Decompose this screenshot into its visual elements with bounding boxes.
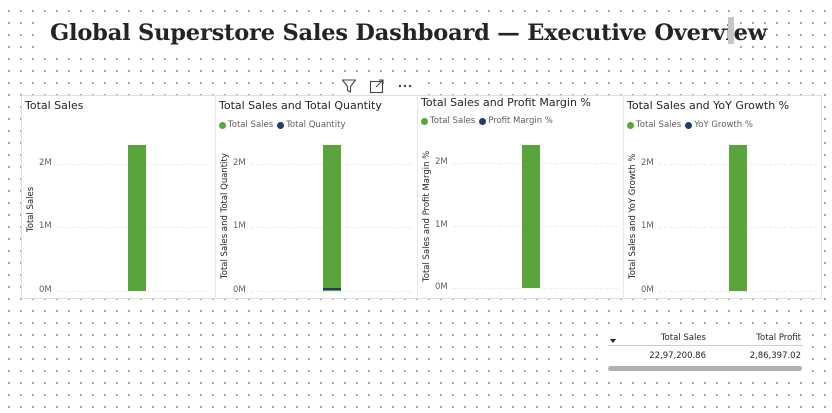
bar-total-sales[interactable]	[522, 144, 540, 288]
legend-item[interactable]: YoY Growth %	[685, 120, 753, 130]
horizontal-scrollbar[interactable]	[608, 366, 802, 371]
table-cell-total-sales: 22,97,200.86	[649, 351, 706, 361]
chart-title: Total Sales and Total Quantity	[219, 99, 382, 112]
y-axis-title: Total Sales	[26, 186, 36, 232]
filter-icon[interactable]	[340, 77, 358, 95]
gridline	[453, 288, 618, 289]
bar-secondary-series[interactable]	[323, 288, 341, 290]
sort-arrow-icon[interactable]	[610, 339, 616, 343]
chart-title: Total Sales	[25, 99, 84, 112]
y-tick-label: 0M	[39, 285, 52, 295]
title-banner: Global Superstore Sales Dashboard — Exec…	[42, 14, 767, 52]
y-axis-title: Total Sales and YoY Growth %	[628, 153, 638, 279]
legend-item[interactable]: Total Sales	[421, 116, 475, 126]
y-tick-label: 2M	[39, 157, 52, 168]
visual-header	[336, 76, 422, 96]
legend-label: Profit Margin %	[488, 116, 553, 126]
legend-label: Total Sales	[228, 120, 274, 130]
page-title: Global Superstore Sales Dashboard — Exec…	[50, 20, 767, 46]
bar-total-sales[interactable]	[128, 144, 146, 291]
y-tick-label: 1M	[39, 221, 52, 232]
y-tick-label: 0M	[435, 282, 448, 292]
y-tick-label: 1M	[233, 221, 246, 232]
table-cell-total-profit: 2,86,397.02	[749, 351, 801, 361]
legend-marker	[479, 117, 487, 125]
y-tick-label: 1M	[435, 219, 448, 230]
summary-table[interactable]: Total Sales Total Profit 22,97,200.86 2,…	[606, 330, 804, 374]
charts-container[interactable]: Total Sales Total Sales 2M 1M 0M Total Sales …	[21, 95, 822, 299]
y-tick-label: 2M	[233, 157, 246, 168]
y-tick-label: 0M	[641, 285, 654, 295]
table-header-divider	[608, 345, 803, 346]
gridline	[659, 291, 817, 292]
legend-marker	[277, 121, 285, 129]
bar-total-sales[interactable]	[729, 144, 747, 291]
legend-item[interactable]: Total Sales	[219, 120, 273, 130]
y-axis-title: Total Sales and Profit Margin %	[422, 150, 432, 282]
legend-marker	[627, 121, 634, 129]
focus-mode-icon[interactable]	[368, 77, 386, 95]
chart-panel[interactable]: Total Sales Total Sales 2M 1M 0M	[22, 96, 215, 298]
legend-label: Total Quantity	[286, 120, 346, 130]
chart-panel[interactable]: Total Sales and Total Quantity Total Sale…	[215, 96, 418, 298]
legend-marker	[421, 117, 428, 125]
legend-item[interactable]: Profit Margin %	[479, 116, 553, 126]
gridline	[57, 291, 209, 292]
bar-total-sales[interactable]	[323, 144, 341, 291]
chart-panel[interactable]: Total Sales and YoY Growth % Total Sales Y…	[623, 96, 823, 298]
y-tick-label: 1M	[641, 221, 654, 232]
y-axis-title: Total Sales and Total Quantity	[220, 153, 230, 279]
y-tick-label: 2M	[641, 157, 654, 168]
chart-title: Total Sales and YoY Growth %	[627, 99, 790, 112]
chart-legend[interactable]: Total Sales YoY Growth %	[627, 120, 753, 130]
chart-title: Total Sales and Profit Margin %	[421, 96, 591, 109]
table-header-total-sales[interactable]: Total Sales	[661, 333, 706, 343]
legend-label: Total Sales	[430, 116, 476, 126]
legend-marker	[685, 121, 693, 129]
legend-item[interactable]: Total Sales	[627, 120, 681, 130]
chart-legend[interactable]: Total Sales Profit Margin %	[421, 116, 553, 126]
gridline	[251, 291, 412, 292]
title-accent-bar	[728, 17, 734, 44]
more-options-icon[interactable]	[396, 77, 414, 95]
chart-panel[interactable]: Total Sales and Profit Margin % Total Sal…	[417, 96, 624, 298]
legend-label: YoY Growth %	[694, 120, 753, 130]
legend-marker	[219, 121, 226, 129]
legend-item[interactable]: Total Quantity	[277, 120, 345, 130]
chart-legend[interactable]: Total Sales Total Quantity	[219, 120, 345, 130]
legend-label: Total Sales	[636, 120, 682, 130]
table-header-total-profit[interactable]: Total Profit	[756, 333, 801, 343]
y-tick-label: 2M	[435, 157, 448, 168]
y-tick-label: 0M	[233, 285, 246, 295]
